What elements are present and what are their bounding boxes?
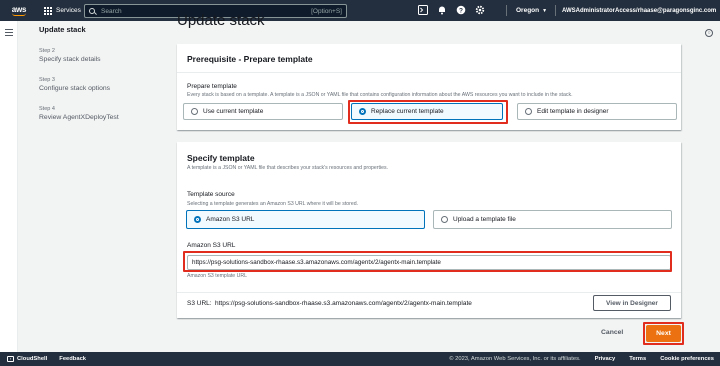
option-label: Edit template in designer xyxy=(537,108,609,115)
account-menu[interactable]: AWSAdministratorAccess/rhaase@paragonsgi… xyxy=(562,0,716,21)
cloudshell-button[interactable]: › CloudShell xyxy=(7,356,47,362)
menu-icon[interactable] xyxy=(5,29,13,38)
step-link-configure-options[interactable]: Configure stack options xyxy=(39,85,169,92)
step-number: Step 2 xyxy=(39,48,55,54)
highlight-box xyxy=(348,100,508,124)
page-title: Update stack xyxy=(177,12,265,29)
option-amazon-s3-url[interactable]: Amazon S3 URL xyxy=(186,210,425,229)
radio-icon xyxy=(191,108,198,115)
prepare-template-description: Every stack is based on a template. A te… xyxy=(187,92,573,98)
option-edit-in-designer[interactable]: Edit template in designer xyxy=(517,103,677,120)
terms-link[interactable]: Terms xyxy=(629,356,646,362)
account-label: AWSAdministratorAccess/rhaase@paragonsgi… xyxy=(562,7,717,14)
grid-icon xyxy=(44,6,52,15)
search-placeholder: Search xyxy=(101,7,122,15)
option-label: Amazon S3 URL xyxy=(206,216,255,223)
highlight-box xyxy=(643,322,684,345)
privacy-link[interactable]: Privacy xyxy=(595,356,616,362)
cloudshell-icon: › xyxy=(7,356,14,362)
prerequisite-heading: Prerequisite - Prepare template xyxy=(187,54,313,64)
cookie-preferences-link[interactable]: Cookie preferences xyxy=(660,356,714,362)
nav-divider xyxy=(555,5,556,16)
aws-logo[interactable]: aws xyxy=(6,0,32,21)
s3-url-label: S3 URL: xyxy=(187,300,212,307)
region-label: Oregon xyxy=(516,7,540,14)
radio-selected-icon xyxy=(194,216,201,223)
divider xyxy=(177,72,681,73)
step-link-specify-details[interactable]: Specify stack details xyxy=(39,56,169,63)
s3-url-row: S3 URL: https://psg-solutions-sandbox-rh… xyxy=(177,292,681,318)
caret-down-icon: ▼ xyxy=(542,7,548,14)
specify-template-heading: Specify template xyxy=(187,153,255,163)
info-panel-icon[interactable]: ○ xyxy=(705,29,713,37)
s3-url-value: https://psg-solutions-sandbox-rhaase.s3.… xyxy=(215,300,472,307)
footer: › CloudShell Feedback © 2023, Amazon Web… xyxy=(0,352,720,366)
specify-template-panel: Specify template A template is a JSON or… xyxy=(177,142,681,318)
highlight-box xyxy=(183,251,672,272)
nav-divider xyxy=(506,5,507,16)
settings-icon[interactable] xyxy=(475,5,485,15)
region-selector[interactable]: Oregon ▼ xyxy=(516,0,547,21)
cloudshell-label: CloudShell xyxy=(17,356,48,362)
cancel-button[interactable]: Cancel xyxy=(601,329,623,336)
template-source-label: Template source xyxy=(187,191,235,198)
option-use-current-template[interactable]: Use current template xyxy=(183,103,343,120)
bell-icon[interactable] xyxy=(437,5,447,15)
terminal-icon[interactable] xyxy=(418,5,428,15)
side-navigation-toggle-bar xyxy=(0,21,18,352)
template-source-description: Selecting a template generates an Amazon… xyxy=(187,201,359,207)
services-menu-button[interactable]: Services xyxy=(40,0,85,21)
search-icon xyxy=(89,8,95,14)
amazon-s3-url-hint: Amazon S3 template URL xyxy=(187,273,247,279)
wizard-steps: Update stack Step 2 Specify stack detail… xyxy=(39,21,169,121)
search-shortcut: [Option+S] xyxy=(311,7,342,15)
services-label: Services xyxy=(56,7,81,14)
aws-smile-icon xyxy=(12,13,26,16)
top-navigation: aws Services Search [Option+S] ? Oregon … xyxy=(0,0,720,21)
svg-text:?: ? xyxy=(459,7,463,14)
option-label: Use current template xyxy=(203,108,264,115)
step-link-review[interactable]: Review AgentXDeployTest xyxy=(39,114,169,121)
step-number: Step 3 xyxy=(39,77,55,83)
help-icon[interactable]: ? xyxy=(456,5,466,15)
option-upload-template-file[interactable]: Upload a template file xyxy=(433,210,672,229)
copyright-text: © 2023, Amazon Web Services, Inc. or its… xyxy=(449,356,581,362)
feedback-link[interactable]: Feedback xyxy=(59,356,86,362)
specify-template-description: A template is a JSON or YAML file that d… xyxy=(187,165,388,171)
prerequisite-panel: Prerequisite - Prepare template Prepare … xyxy=(177,44,681,130)
wizard-title: Update stack xyxy=(39,25,86,34)
prepare-template-label: Prepare template xyxy=(187,83,237,90)
radio-icon xyxy=(525,108,532,115)
radio-icon xyxy=(441,216,448,223)
step-number: Step 4 xyxy=(39,106,55,112)
option-label: Upload a template file xyxy=(453,216,516,223)
amazon-s3-url-label: Amazon S3 URL xyxy=(187,242,236,249)
view-in-designer-button[interactable]: View in Designer xyxy=(593,295,671,311)
